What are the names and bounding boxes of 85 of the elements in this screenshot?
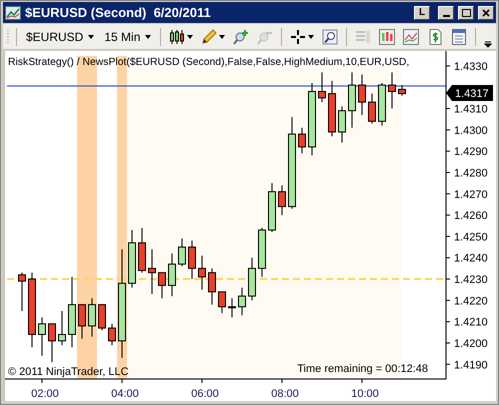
price-marker: 1.4317 [446, 85, 493, 101]
pencil-icon [201, 28, 218, 45]
price-label: 1.4330 [454, 60, 488, 73]
link-button[interactable]: L [414, 6, 430, 20]
candlestick [58, 310, 66, 346]
candlestick-icon [169, 28, 186, 45]
time-remaining: Time remaining = 00:12:48 [297, 363, 428, 375]
close-icon [482, 8, 490, 17]
price-label: 1.4220 [454, 295, 488, 308]
candlestick [358, 74, 366, 116]
indicator-legend: RiskStrategy() / NewsPlot($EURUSD (Second),False,False,HighMedium,10,EUR,USD, [8, 57, 410, 68]
caret-icon [187, 34, 194, 39]
dollar-document-icon [427, 28, 444, 45]
price-label: 1.4290 [454, 146, 488, 158]
candlestick [188, 240, 196, 280]
candlestick [228, 298, 236, 318]
time-label: 04:00 [111, 388, 139, 400]
line-chart-icon [403, 28, 420, 45]
candlestick [238, 287, 246, 316]
caret-icon [219, 34, 226, 39]
chevron-icon [484, 40, 492, 48]
candlestick [108, 323, 116, 346]
candlestick [278, 184, 286, 216]
candlestick [78, 304, 86, 340]
time-label: 06:00 [191, 388, 219, 400]
candlestick [138, 227, 146, 274]
maximize-icon [462, 8, 470, 17]
interval-dropdown[interactable]: 15 Min [101, 26, 154, 48]
search-icon [322, 28, 338, 45]
candlestick [218, 291, 226, 314]
properties-icon [451, 28, 468, 45]
candlestick [38, 316, 46, 356]
candlestick [398, 84, 406, 96]
candlestick [268, 182, 276, 233]
candlestick [88, 298, 96, 338]
candlestick [338, 106, 346, 144]
candlestick [178, 238, 186, 267]
caret-icon [308, 34, 314, 39]
window-title: $EURUSD (Second) 6/20/2011 [25, 5, 212, 20]
candlestick [168, 252, 176, 297]
price-label: 1.4250 [454, 231, 488, 244]
candlestick [318, 72, 326, 103]
candlestick [98, 304, 106, 331]
instrument-dropdown[interactable]: $EURUSD [23, 26, 98, 48]
price-label: 1.4300 [454, 124, 488, 137]
chart-icon [5, 6, 21, 20]
caret-icon [88, 34, 94, 39]
candlestick [378, 82, 386, 126]
candlestick [328, 80, 336, 137]
price-label: 1.4240 [454, 252, 488, 265]
price-label: 1.4210 [454, 316, 488, 329]
price-label: 1.4310 [454, 104, 488, 116]
candlestick [68, 276, 76, 348]
zoom-in-icon [233, 28, 250, 45]
price-label: 1.4270 [454, 188, 488, 201]
maximize-button[interactable] [458, 6, 474, 20]
price-label: 1.4260 [454, 210, 488, 222]
candlestick [18, 272, 26, 312]
candlestick [148, 248, 156, 294]
bar-chart-icon [379, 28, 396, 45]
price-label: 1.4200 [454, 338, 488, 350]
candlestick [128, 230, 136, 288]
minimize-icon [442, 14, 450, 17]
close-button[interactable] [478, 6, 494, 20]
price-label: 1.4280 [454, 167, 488, 180]
candlestick [248, 257, 256, 301]
candlestick [348, 72, 356, 128]
candlestick [258, 227, 266, 278]
candlestick [198, 255, 206, 290]
candlestick [388, 72, 396, 110]
caret-icon [145, 34, 152, 39]
candlestick [368, 93, 376, 124]
candlestick [158, 272, 166, 299]
candlestick [298, 127, 306, 154]
table-icon [355, 28, 372, 45]
time-label: 02:00 [31, 388, 59, 400]
time-label: 08:00 [271, 388, 299, 400]
candlestick [48, 323, 56, 363]
copyright-text: © 2011 NinjaTrader, LLC [8, 366, 129, 378]
price-label: 1.4190 [454, 359, 488, 372]
crosshair-icon [290, 28, 306, 45]
minimize-button[interactable] [438, 6, 454, 20]
candlestick [208, 268, 216, 306]
price-label: 1.4230 [454, 274, 488, 286]
time-label: 10:00 [351, 388, 379, 400]
